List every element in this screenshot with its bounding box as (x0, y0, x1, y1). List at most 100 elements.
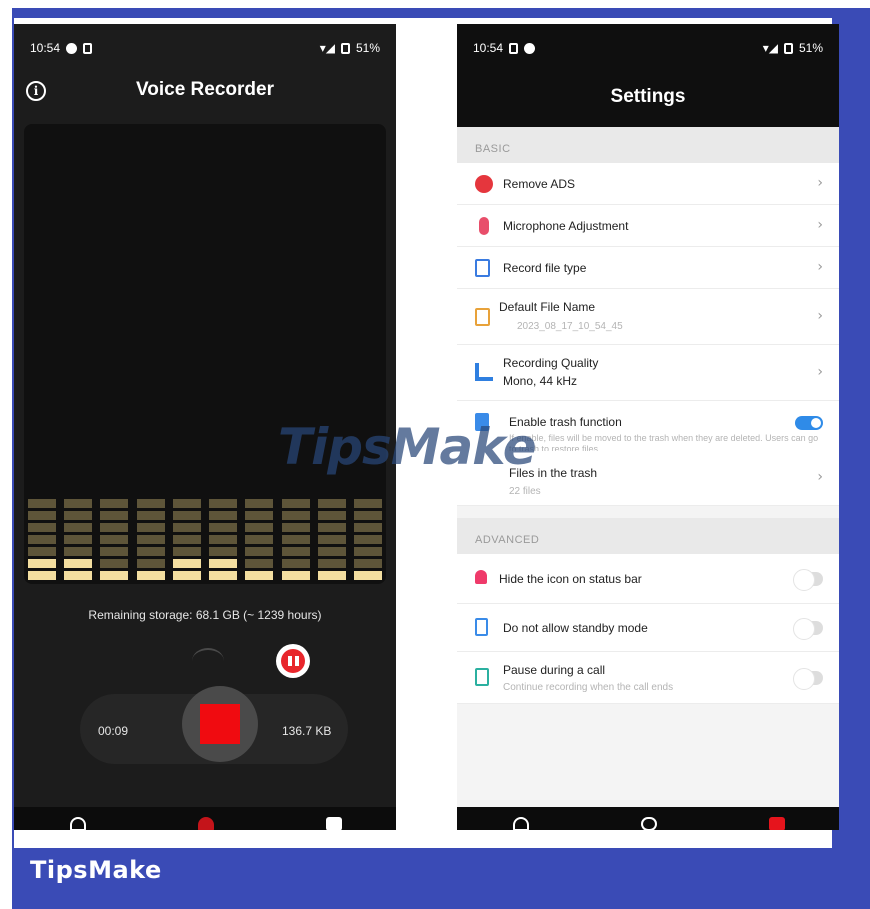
battery-icon (340, 42, 350, 54)
level-segment (353, 523, 382, 532)
level-segment (353, 559, 382, 568)
lock-icon (509, 42, 519, 54)
level-segment (28, 547, 56, 556)
stop-record-button[interactable] (182, 686, 258, 762)
status-time: 10:54 (30, 41, 61, 55)
level-segment (209, 523, 238, 532)
level-segment (317, 535, 346, 544)
setting-label: Pause during a call (503, 663, 606, 677)
level-segment (64, 559, 93, 568)
wifi-icon: ▾◢ (319, 41, 335, 55)
setting-label: Hide the icon on status bar (499, 572, 642, 586)
remaining-storage: Remaining storage: 68.1 GB (~ 1239 hours… (88, 608, 322, 622)
level-segment (64, 535, 93, 544)
setting-remove-ads[interactable]: Remove ADS › (457, 163, 839, 205)
brand-label: TipsMake (30, 856, 162, 884)
status-battery: 51% (355, 41, 380, 55)
pause-button[interactable] (276, 644, 310, 678)
setting-record-file-type[interactable]: Record file type › (457, 247, 839, 289)
level-segment (64, 499, 93, 508)
sound-wave-icon (192, 648, 224, 674)
chevron-right-icon: › (817, 469, 823, 485)
lock-icon (83, 42, 93, 54)
level-segment (281, 547, 310, 556)
trash-toggle[interactable] (795, 416, 823, 430)
level-segment (100, 511, 129, 520)
headphones-icon[interactable] (70, 817, 86, 830)
level-segment (281, 523, 310, 532)
pause-call-toggle[interactable] (793, 668, 823, 690)
level-segment (28, 535, 56, 544)
level-segment (209, 559, 238, 568)
level-segment (172, 571, 201, 580)
setting-pause-during-call[interactable]: Pause during a call Continue recording w… (457, 652, 839, 704)
level-meter-column (100, 498, 129, 580)
level-segment (28, 559, 56, 568)
level-segment (281, 535, 310, 544)
stop-icon (200, 704, 240, 744)
setting-microphone-adjustment[interactable]: Microphone Adjustment › (457, 205, 839, 247)
level-segment (136, 535, 165, 544)
mic-icon[interactable] (198, 817, 214, 830)
app-title: Voice Recorder (136, 79, 274, 100)
document-icon (475, 308, 490, 326)
chevron-right-icon: › (817, 364, 823, 380)
level-segment (172, 523, 201, 532)
setting-no-standby[interactable]: Do not allow standby mode (457, 604, 839, 652)
level-segment (245, 559, 274, 568)
notification-icon (524, 42, 536, 54)
hide-icon-toggle[interactable] (793, 569, 823, 591)
pause-icon (281, 649, 305, 673)
setting-hide-status-icon[interactable]: Hide the icon on status bar (457, 554, 839, 604)
waveform-visualizer (24, 124, 386, 584)
level-segment (64, 547, 93, 556)
level-meter-column (172, 498, 201, 580)
gear-icon[interactable] (326, 817, 342, 830)
status-time: 10:54 (473, 41, 504, 55)
level-segment (172, 559, 201, 568)
file-icon (475, 259, 490, 277)
advanced-section-header: ADVANCED (457, 518, 839, 554)
basic-section-header: BASIC (457, 127, 839, 163)
level-segment (28, 511, 56, 520)
setting-label: Remove ADS (503, 177, 576, 191)
headphones-icon[interactable] (513, 817, 529, 830)
setting-value: Mono, 44 kHz (503, 374, 578, 388)
level-meter-column (317, 498, 346, 580)
level-segment (64, 571, 93, 580)
level-segment (317, 523, 346, 532)
call-icon (475, 668, 489, 686)
bottom-navigation (14, 807, 396, 830)
standby-toggle[interactable] (793, 618, 823, 640)
level-segment (353, 499, 382, 508)
setting-value: 2023_08_17_10_54_45 (517, 321, 623, 332)
level-segment (245, 499, 274, 508)
level-segment (172, 511, 201, 520)
battery-icon (783, 42, 793, 54)
level-segment (353, 511, 382, 520)
elapsed-time: 00:09 (98, 724, 129, 738)
level-segment (245, 511, 274, 520)
level-segment (172, 499, 201, 508)
level-segment (281, 499, 310, 508)
level-segment (245, 523, 274, 532)
bottom-navigation (457, 807, 839, 830)
setting-recording-quality[interactable]: Recording Quality Mono, 44 kHz › (457, 345, 839, 401)
settings-header: 10:54 ▾◢ 51% Settings (457, 24, 839, 127)
level-segment (136, 571, 165, 580)
mic-icon[interactable] (641, 817, 657, 830)
setting-label: Do not allow standby mode (503, 621, 648, 635)
gear-icon[interactable] (769, 817, 785, 830)
level-segment (353, 535, 382, 544)
level-segment (136, 523, 165, 532)
setting-default-file-name[interactable]: Default File Name 2023_08_17_10_54_45 › (457, 289, 839, 345)
level-meter-column (281, 498, 310, 580)
setting-label: Recording Quality (503, 356, 599, 370)
level-meter-column (64, 498, 93, 580)
level-segment (317, 547, 346, 556)
level-segment (64, 511, 93, 520)
level-segment (209, 547, 238, 556)
level-segment (317, 511, 346, 520)
level-segment (317, 499, 346, 508)
file-size: 136.7 KB (282, 724, 332, 738)
